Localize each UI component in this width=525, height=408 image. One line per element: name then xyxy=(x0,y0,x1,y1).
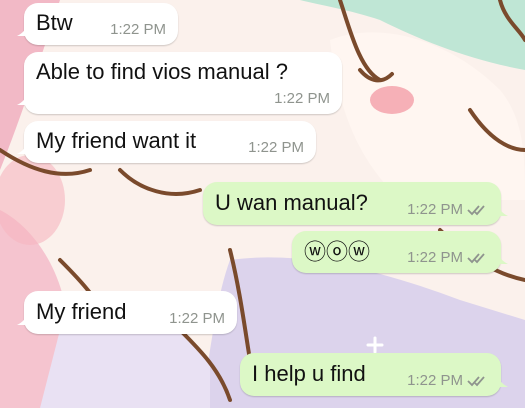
bubble-tail-icon xyxy=(496,252,508,264)
message-time: 1:22 PM xyxy=(169,310,225,327)
message-text: Able to find vios manual ? xyxy=(36,58,288,84)
message-bubble[interactable]: I help u find 1:22 PM xyxy=(240,353,508,396)
double-check-icon xyxy=(467,375,485,386)
bubble-tail-icon xyxy=(17,313,29,325)
message-bubble[interactable]: ⓦⓞⓦ 1:22 PM xyxy=(292,231,508,273)
message-bubble[interactable]: Btw 1:22 PM xyxy=(17,3,178,45)
message-time: 1:22 PM xyxy=(407,249,463,266)
message-text: My friend xyxy=(36,298,127,324)
message-time: 1:22 PM xyxy=(274,90,330,107)
double-check-icon xyxy=(467,252,485,263)
bubble-tail-icon xyxy=(496,204,508,216)
message-bubble[interactable]: My friend 1:22 PM xyxy=(17,291,237,334)
message-bubble[interactable]: U wan manual? 1:22 PM xyxy=(203,182,508,225)
message-time: 1:22 PM xyxy=(407,201,463,218)
message-text: I help u find xyxy=(252,360,366,386)
double-check-icon xyxy=(467,204,485,215)
bubble-tail-icon xyxy=(17,93,29,105)
message-text: U wan manual? xyxy=(215,189,368,215)
bubble-tail-icon xyxy=(17,24,29,36)
message-meta: 1:22 PM xyxy=(169,310,225,327)
message-meta: 1:22 PM xyxy=(407,201,489,218)
bubble-tail-icon xyxy=(496,375,508,387)
message-bubble[interactable]: My friend want it 1:22 PM xyxy=(17,121,316,163)
message-meta: 1:22 PM xyxy=(407,249,489,266)
message-meta: 1:22 PM xyxy=(248,139,304,156)
message-text: My friend want it xyxy=(36,127,197,153)
message-meta: 1:22 PM xyxy=(407,372,489,389)
message-text: Btw xyxy=(36,9,73,35)
message-text: ⓦⓞⓦ xyxy=(304,239,371,265)
message-time: 1:22 PM xyxy=(407,372,463,389)
message-time: 1:22 PM xyxy=(248,139,304,156)
message-time: 1:22 PM xyxy=(110,21,166,38)
message-bubble[interactable]: Able to find vios manual ? 1:22 PM xyxy=(17,52,342,114)
message-meta: 1:22 PM xyxy=(110,21,166,38)
message-meta: 1:22 PM xyxy=(274,90,330,107)
bubble-tail-icon xyxy=(17,142,29,154)
